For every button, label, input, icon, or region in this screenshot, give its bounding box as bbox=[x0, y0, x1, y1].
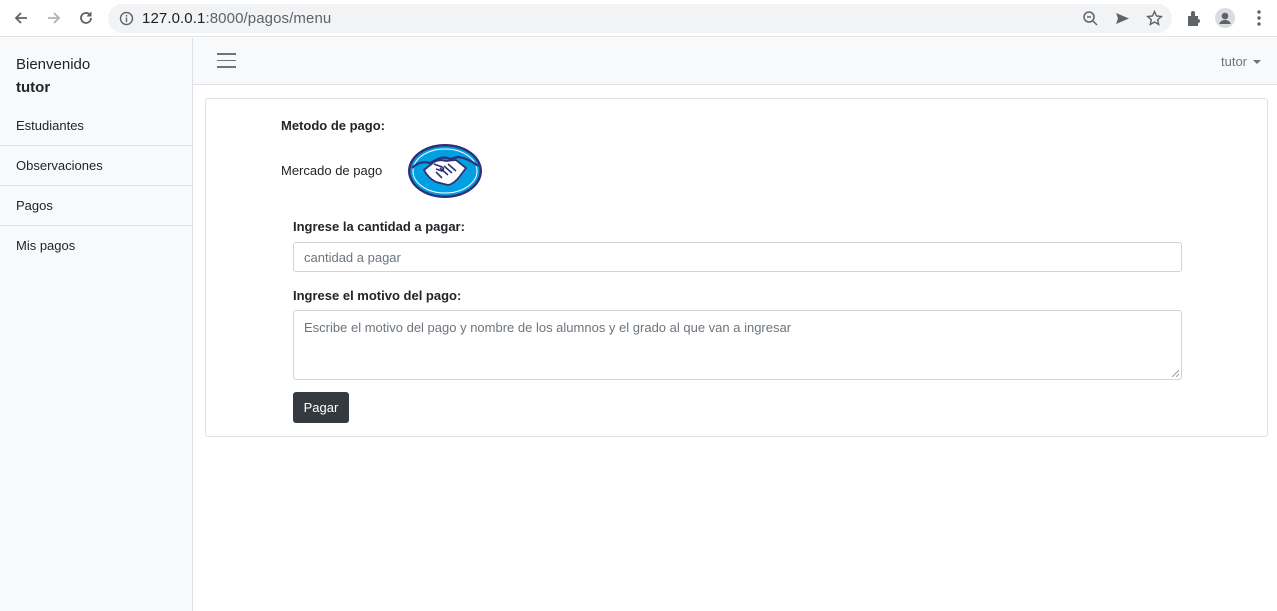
sidebar: Bienvenido tutor Estudiantes Observacion… bbox=[0, 38, 193, 611]
reason-textarea[interactable]: Escribe el motivo del pago y nombre de l… bbox=[293, 310, 1182, 380]
resize-handle-icon[interactable] bbox=[1171, 369, 1179, 377]
zoom-icon[interactable] bbox=[1082, 10, 1099, 27]
reload-icon[interactable] bbox=[75, 7, 97, 29]
url-host: 127.0.0.1 bbox=[142, 10, 206, 27]
user-dropdown[interactable]: tutor bbox=[1221, 54, 1261, 69]
reason-label: Ingrese el motivo del pago: bbox=[293, 288, 462, 303]
extensions-icon[interactable] bbox=[1184, 8, 1204, 28]
welcome-username: tutor bbox=[16, 79, 51, 96]
sidebar-item-estudiantes[interactable]: Estudiantes bbox=[0, 106, 192, 146]
mercado-pago-handshake-icon bbox=[408, 144, 482, 198]
hamburger-menu-icon[interactable] bbox=[217, 53, 236, 69]
menu-kebab-icon[interactable] bbox=[1249, 8, 1269, 28]
payment-card: Metodo de pago: Mercado de pago Ingrese … bbox=[205, 98, 1268, 437]
star-icon[interactable] bbox=[1146, 10, 1163, 27]
welcome-text: Bienvenido bbox=[16, 56, 91, 73]
sidebar-item-mis-pagos[interactable]: Mis pagos bbox=[0, 225, 192, 265]
url-path: :8000/pagos/menu bbox=[205, 10, 332, 27]
user-dropdown-label: tutor bbox=[1220, 54, 1247, 69]
amount-input[interactable]: cantidad a pagar bbox=[293, 242, 1182, 272]
pay-button[interactable]: Pagar bbox=[293, 392, 349, 423]
profile-icon[interactable] bbox=[1215, 8, 1235, 28]
payment-method-name: Mercado de pago bbox=[281, 163, 383, 178]
payment-method-heading: Metodo de pago: bbox=[281, 118, 385, 133]
browser-toolbar: 127.0.0.1:8000/pagos/menu bbox=[0, 0, 1277, 37]
amount-placeholder: cantidad a pagar bbox=[304, 249, 401, 265]
welcome-block: Bienvenido tutor bbox=[16, 53, 90, 99]
back-icon[interactable] bbox=[10, 7, 32, 29]
top-navbar: tutor bbox=[193, 38, 1277, 85]
reason-placeholder: Escribe el motivo del pago y nombre de l… bbox=[304, 320, 792, 335]
forward-icon[interactable] bbox=[43, 7, 65, 29]
sidebar-item-pagos[interactable]: Pagos bbox=[0, 186, 192, 226]
address-bar[interactable]: 127.0.0.1:8000/pagos/menu bbox=[108, 4, 1172, 33]
send-icon[interactable] bbox=[1114, 10, 1131, 27]
sidebar-item-observaciones[interactable]: Observaciones bbox=[0, 146, 192, 186]
url-text: 127.0.0.1:8000/pagos/menu bbox=[142, 10, 331, 27]
info-icon[interactable] bbox=[119, 11, 134, 26]
amount-label: Ingrese la cantidad a pagar: bbox=[293, 219, 465, 234]
caret-down-icon bbox=[1253, 59, 1261, 64]
